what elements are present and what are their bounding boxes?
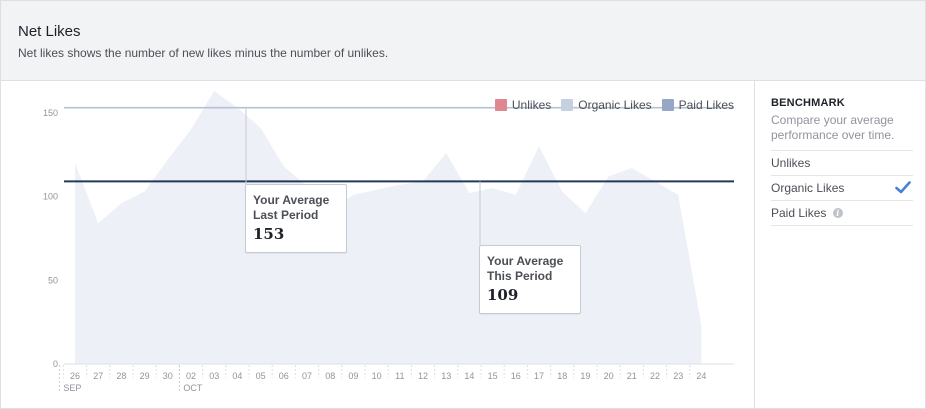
benchmark-list: Unlikes Organic Likes Paid Likes i [771,150,913,226]
benchmark-description: Compare your average performance over ti… [771,113,895,142]
x-tick-label: 29 [140,371,150,381]
benchmark-item-organic-likes[interactable]: Organic Likes [771,175,913,200]
x-tick-label: 15 [488,371,498,381]
x-tick-label: 26 [70,371,80,381]
x-tick-label: 21 [627,371,637,381]
callout-last-period-value: 153 [253,225,285,243]
y-tick-label: 0 [53,359,58,369]
month-label: SEP [63,383,81,393]
x-tick-label: 19 [580,371,590,381]
callout-this-period: Your Average This Period 109 [479,245,581,314]
legend-label-unlikes: Unlikes [511,98,552,112]
benchmark-item-unlikes[interactable]: Unlikes [771,150,913,175]
benchmark-sidebar: BENCHMARK Compare your average performan… [771,97,913,226]
benchmark-item-label: Unlikes [771,156,811,170]
benchmark-item-label: Organic Likes [771,181,845,195]
checkmark-icon [895,181,911,194]
x-tick-label: 17 [534,371,544,381]
x-tick-label: 24 [696,371,706,381]
page-subtitle: Net likes shows the number of new likes … [18,46,389,60]
x-tick-label: 03 [209,371,219,381]
callout-this-period-line1: Your Average [487,254,564,268]
x-tick-label: 05 [256,371,266,381]
y-tick-label: 50 [48,275,58,285]
benchmark-item-label: Paid Likes [771,206,827,220]
net-likes-chart: 0 50 100 150 26 27 28 29 30 02 03 04 05 06 07 08 09 10 11 1… [43,90,734,393]
x-tick-label: 07 [302,371,312,381]
page-title: Net Likes [18,23,81,40]
card-header: Net Likes Net likes shows the number of … [1,1,925,81]
callout-last-period: Your Average Last Period 153 [245,184,347,253]
x-tick-label: 16 [511,371,521,381]
x-tick-label: 06 [279,371,289,381]
chart-legend: Unlikes Organic Likes Paid Likes [494,98,734,112]
x-tick-label: 23 [673,371,683,381]
x-tick-label: 18 [557,371,567,381]
x-tick-label: 04 [232,371,242,381]
legend-swatch-paid-likes [661,99,674,111]
callout-last-period-line1: Your Average [253,193,330,207]
callout-last-period-line2: Last Period [253,208,319,222]
x-tick-label: 22 [650,371,660,381]
info-icon[interactable]: i [832,208,843,218]
legend-swatch-organic-likes [561,99,574,111]
net-likes-card: Net Likes Net likes shows the number of … [0,0,926,409]
x-tick-label: 02 [186,371,196,381]
callout-this-period-value: 109 [487,286,519,304]
legend-item-organic-likes[interactable]: Organic Likes [561,98,652,112]
y-tick-label: 100 [43,192,58,202]
x-tick-label: 20 [604,371,614,381]
organic-likes-area [75,90,702,364]
x-tick-label: 08 [325,371,335,381]
x-tick-label: 10 [372,371,382,381]
callout-this-period-line2: This Period [487,269,553,283]
month-label: OCT [183,383,203,393]
benchmark-title: BENCHMARK [771,97,845,109]
x-tick-label: 27 [93,371,103,381]
x-tick-label: 09 [348,371,358,381]
legend-item-paid-likes[interactable]: Paid Likes [661,98,734,112]
x-tick-label: 30 [163,371,173,381]
x-tick-label: 14 [464,371,474,381]
x-tick-label: 13 [441,371,451,381]
chart-panel: 0 50 100 150 26 27 28 29 30 02 03 04 05 06 07 08 09 10 11 1… [1,81,755,408]
y-tick-label: 150 [43,108,58,118]
legend-label-organic-likes: Organic Likes [578,98,652,112]
legend-item-unlikes[interactable]: Unlikes [494,98,552,112]
legend-swatch-unlikes [494,99,507,111]
benchmark-item-paid-likes[interactable]: Paid Likes i [771,200,913,226]
x-tick-label: 11 [395,371,404,381]
legend-label-paid-likes: Paid Likes [678,98,734,112]
x-tick-label: 12 [418,371,428,381]
x-tick-label: 28 [116,371,126,381]
